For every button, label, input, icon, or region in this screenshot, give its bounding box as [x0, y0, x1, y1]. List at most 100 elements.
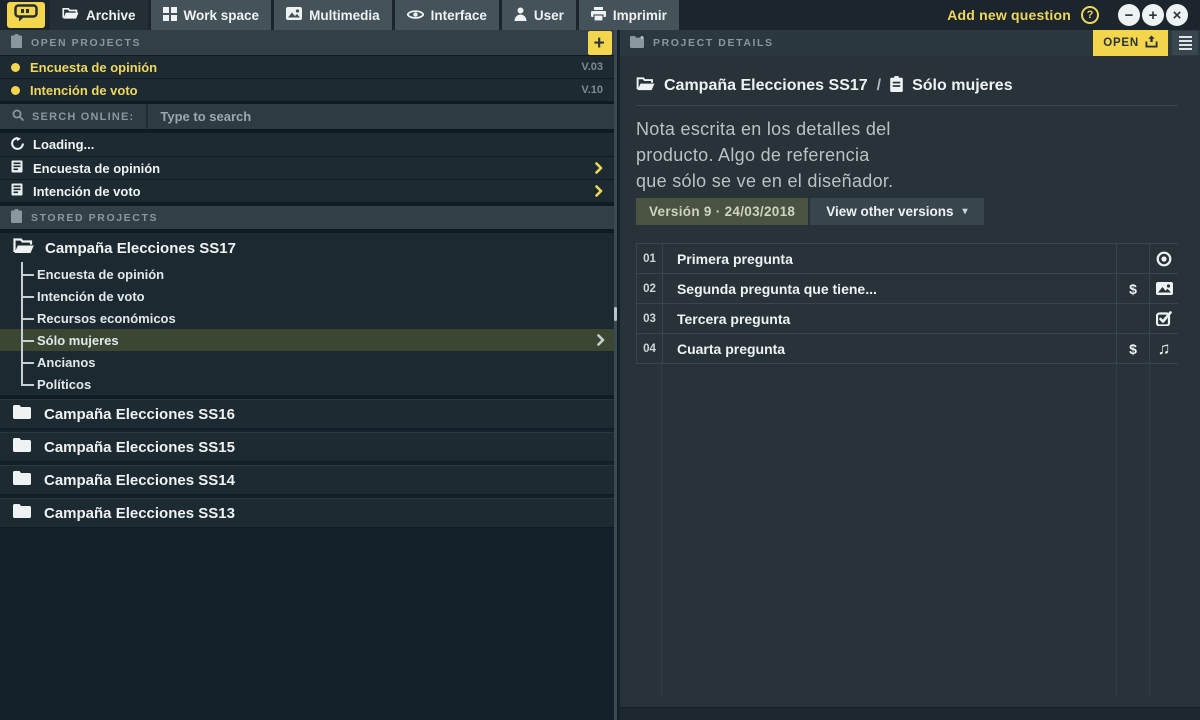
chevron-right-icon — [595, 185, 603, 197]
version-row: Versión 9 · 24/03/2018 View other versio… — [636, 198, 1178, 225]
folder-label: Campaña Elecciones SS14 — [44, 472, 235, 489]
open-projects-header: OPEN PROJECTS + — [0, 30, 614, 56]
tree-root-folder[interactable]: Campaña Elecciones SS17 — [0, 233, 614, 263]
section-title: STORED PROJECTS — [31, 212, 158, 224]
result-label: Encuesta de opinión — [33, 161, 160, 176]
search-icon — [12, 109, 24, 124]
checkbox-icon — [1149, 304, 1178, 333]
tree-item[interactable]: Ancianos — [0, 351, 614, 373]
tree-item[interactable]: Intención de voto — [0, 285, 614, 307]
close-button[interactable]: × — [1166, 4, 1188, 26]
speech-bubble-logo-icon — [14, 4, 38, 27]
question-money — [1116, 244, 1149, 273]
project-details-panel: PROJECT DETAILS OPEN Campaña Elecciones … — [620, 30, 1200, 720]
section-title: OPEN PROJECTS — [31, 37, 141, 49]
project-name: Encuesta de opinión — [30, 60, 157, 75]
stored-folder-row[interactable]: Campaña Elecciones SS14 — [0, 465, 614, 495]
stored-folder-row[interactable]: Campaña Elecciones SS13 — [0, 498, 614, 528]
search-label: SERCH ONLINE: — [0, 104, 146, 129]
tree-item[interactable]: Políticos — [0, 373, 614, 395]
question-row[interactable]: 01 Primera pregunta — [637, 244, 1178, 274]
question-text: Tercera pregunta — [662, 304, 1116, 333]
loading-indicator: Loading... — [0, 133, 614, 157]
tab-interface[interactable]: Interface — [395, 0, 499, 30]
tree-item-label: Sólo mujeres — [37, 333, 119, 348]
add-new-question-link[interactable]: Add new question — [947, 7, 1071, 23]
stored-projects-header: STORED PROJECTS — [0, 206, 614, 230]
question-money — [1116, 304, 1149, 333]
tree-item-selected[interactable]: Sólo mujeres — [0, 329, 614, 351]
project-details-header: PROJECT DETAILS OPEN — [620, 30, 1200, 56]
open-project-row[interactable]: Encuesta de opinión V.03 — [0, 56, 614, 79]
question-row[interactable]: 02 Segunda pregunta que tiene... $ — [637, 274, 1178, 304]
loading-spinner-icon — [11, 137, 24, 153]
question-text: Primera pregunta — [662, 244, 1116, 273]
tree-item-label: Encuesta de opinión — [37, 267, 164, 282]
tab-multimedia[interactable]: Multimedia — [274, 0, 392, 30]
breadcrumb-parent[interactable]: Campaña Elecciones SS17 — [664, 77, 868, 95]
folder-notification-icon — [630, 36, 644, 51]
clipboard-icon — [11, 34, 22, 51]
projects-sidebar: OPEN PROJECTS + Encuesta de opinión V.03… — [0, 30, 617, 720]
hamburger-menu-icon[interactable] — [1172, 31, 1198, 55]
question-number: 01 — [637, 244, 662, 273]
tree-item[interactable]: Encuesta de opinión — [0, 263, 614, 285]
search-input[interactable] — [148, 109, 614, 124]
app-window: Archive Work space Multimedia Interface — [0, 0, 1200, 720]
tab-imprimir[interactable]: Imprimir — [579, 0, 679, 30]
tab-archive[interactable]: Archive — [50, 0, 148, 30]
eye-icon — [407, 8, 424, 23]
search-input-area — [146, 104, 614, 129]
tree-item-label: Recursos económicos — [37, 311, 176, 326]
open-project-button[interactable]: OPEN — [1093, 30, 1168, 56]
survey-doc-icon — [11, 160, 23, 176]
app-logo[interactable] — [7, 2, 45, 28]
folder-label: Campaña Elecciones SS15 — [44, 439, 235, 456]
sidebar-scrollbar-thumb[interactable] — [614, 307, 617, 321]
question-money: $ — [1116, 334, 1149, 363]
question-text: Segunda pregunta que tiene... — [662, 274, 1116, 303]
radio-icon — [1149, 244, 1178, 273]
clipboard-icon — [890, 76, 903, 97]
panel-title: PROJECT DETAILS — [653, 37, 774, 49]
folder-label: Campaña Elecciones SS16 — [44, 406, 235, 423]
help-icon[interactable]: ? — [1081, 6, 1099, 24]
tree-item[interactable]: Recursos económicos — [0, 307, 614, 329]
open-button-label: OPEN — [1103, 37, 1139, 49]
minimize-button[interactable]: − — [1118, 4, 1140, 26]
question-row[interactable]: 04 Cuarta pregunta $ ♫ — [637, 334, 1178, 364]
result-label: Intención de voto — [33, 184, 141, 199]
question-number: 03 — [637, 304, 662, 333]
search-result-row[interactable]: Encuesta de opinión — [0, 157, 614, 180]
search-result-row[interactable]: Intención de voto — [0, 180, 614, 203]
open-box-icon — [1145, 35, 1158, 51]
question-row[interactable]: 03 Tercera pregunta — [637, 304, 1178, 334]
question-number: 02 — [637, 274, 662, 303]
maximize-button[interactable]: + — [1142, 4, 1164, 26]
project-version: V.10 — [581, 84, 603, 96]
status-dot-icon — [11, 86, 20, 95]
tab-label: Imprimir — [613, 8, 667, 23]
open-project-row[interactable]: Intención de voto V.10 — [0, 79, 614, 102]
stored-folder-row[interactable]: Campaña Elecciones SS15 — [0, 432, 614, 462]
panel-footer-strip — [620, 707, 1200, 720]
grid-icon — [163, 7, 177, 24]
question-number: 04 — [637, 334, 662, 363]
tab-workspace[interactable]: Work space — [151, 0, 272, 30]
image-icon — [1149, 274, 1178, 303]
survey-doc-icon — [11, 183, 23, 199]
folder-icon — [13, 438, 31, 456]
chevron-right-icon — [595, 162, 603, 174]
view-other-versions-button[interactable]: View other versions ▾ — [810, 198, 983, 225]
folder-open-icon — [13, 238, 34, 258]
stored-folder-row[interactable]: Campaña Elecciones SS16 — [0, 399, 614, 429]
version-badge: Versión 9 · 24/03/2018 — [636, 198, 808, 225]
project-version: V.03 — [581, 61, 603, 73]
tree-item-label: Intención de voto — [37, 289, 145, 304]
chevron-right-icon — [597, 334, 605, 346]
tab-label: Work space — [184, 8, 260, 23]
folder-open-icon — [62, 7, 79, 23]
project-name: Intención de voto — [30, 83, 138, 98]
tab-user[interactable]: User — [502, 0, 576, 30]
add-project-button[interactable]: + — [588, 31, 612, 55]
